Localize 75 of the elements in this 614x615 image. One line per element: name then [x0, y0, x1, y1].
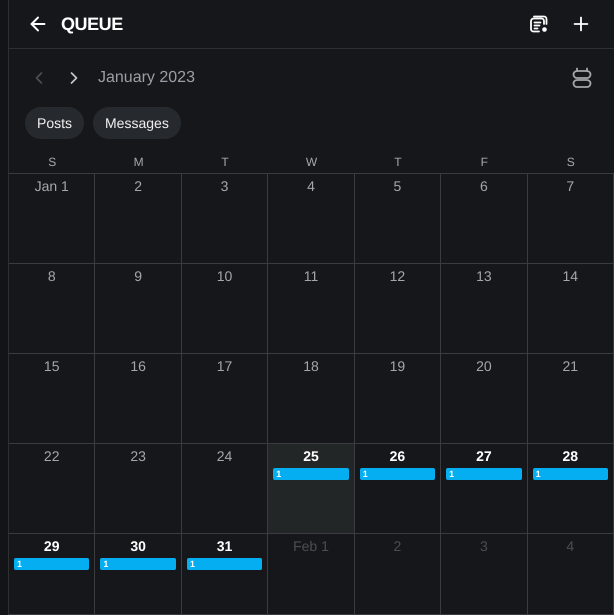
date-number: 25	[303, 447, 319, 465]
date-number: 18	[303, 357, 319, 375]
date-number: 12	[390, 267, 406, 285]
date-number: 4	[307, 177, 315, 195]
day-cell[interactable]: 19	[354, 354, 442, 444]
date-number: 6	[480, 177, 488, 195]
day-cell[interactable]: 22	[9, 444, 96, 534]
day-cell[interactable]: 12	[354, 264, 442, 354]
day-cell[interactable]: 17	[182, 354, 268, 444]
weekday-label: T	[394, 154, 402, 171]
date-number: 22	[44, 447, 60, 465]
day-cell[interactable]: 24	[182, 444, 268, 534]
date-number: 2	[134, 177, 142, 195]
day-cell[interactable]: 23	[95, 444, 182, 534]
date-number: 15	[44, 357, 60, 375]
date-number: 10	[216, 267, 232, 285]
page-title: QUEUE	[61, 12, 123, 36]
day-cell[interactable]: 31 1	[182, 534, 268, 615]
day-cell[interactable]: Jan 1	[9, 174, 96, 264]
day-cell[interactable]: 11	[268, 264, 355, 354]
day-cell[interactable]: 28 1	[528, 444, 614, 534]
date-number: 14	[562, 267, 578, 285]
day-cell[interactable]: 25 1	[268, 444, 355, 534]
date-number: Jan 1	[34, 177, 69, 195]
date-number: 9	[134, 267, 142, 285]
date-number: 23	[130, 447, 146, 465]
day-cell[interactable]: 20	[441, 354, 528, 444]
weekday-label: S	[566, 154, 575, 171]
date-number: 29	[44, 537, 60, 555]
date-number: 11	[304, 267, 318, 285]
weekday-label: F	[480, 154, 488, 171]
day-cell[interactable]: 10	[182, 264, 268, 354]
date-number: 20	[476, 357, 492, 375]
day-cell[interactable]: 5	[354, 174, 442, 264]
day-cell[interactable]: 2	[95, 174, 182, 264]
day-cell[interactable]: 6	[441, 174, 528, 264]
date-number: 31	[216, 537, 232, 555]
month-label: January 2023	[98, 68, 195, 88]
date-number: 16	[130, 357, 146, 375]
day-cell[interactable]: 16	[95, 354, 182, 444]
date-number: 24	[216, 447, 232, 465]
day-cell[interactable]: 9	[95, 264, 182, 354]
day-cell[interactable]: 13	[441, 264, 528, 354]
day-cell[interactable]: 21	[528, 354, 614, 444]
day-cell[interactable]: 27 1	[441, 444, 528, 534]
filter-chip[interactable]: Posts	[25, 107, 84, 139]
day-cell[interactable]: 14	[528, 264, 614, 354]
date-number: 26	[390, 447, 406, 465]
weekday-label: M	[134, 154, 144, 171]
day-cell[interactable]: 26 1	[354, 444, 442, 534]
date-number: 8	[48, 267, 56, 285]
date-number: 13	[476, 267, 492, 285]
filter-chip[interactable]: Messages	[93, 107, 181, 139]
weekday-label: S	[48, 154, 56, 171]
weekday-label: W	[306, 154, 318, 171]
date-number: 21	[562, 357, 578, 375]
date-number: 17	[216, 357, 232, 375]
date-number: 28	[562, 447, 578, 465]
day-cell[interactable]: 8	[9, 264, 96, 354]
day-cell[interactable]: 18	[268, 354, 355, 444]
stacked-rows-icon[interactable]	[572, 67, 592, 89]
date-number: 30	[130, 537, 146, 555]
day-cell[interactable]: 30 1	[95, 534, 182, 615]
day-cell[interactable]: 4	[268, 174, 355, 264]
day-cell[interactable]: 3	[182, 174, 268, 264]
date-number: 5	[394, 177, 402, 195]
date-number: 7	[566, 177, 574, 195]
day-cell[interactable]: 15	[9, 354, 96, 444]
document-settings-icon[interactable]	[528, 13, 550, 35]
date-number: 27	[476, 447, 492, 465]
day-cell[interactable]: 7	[528, 174, 614, 264]
date-number: 19	[390, 357, 406, 375]
date-number: 3	[220, 177, 228, 195]
weekday-label: T	[221, 154, 229, 171]
day-cell[interactable]: 29 1	[9, 534, 96, 615]
